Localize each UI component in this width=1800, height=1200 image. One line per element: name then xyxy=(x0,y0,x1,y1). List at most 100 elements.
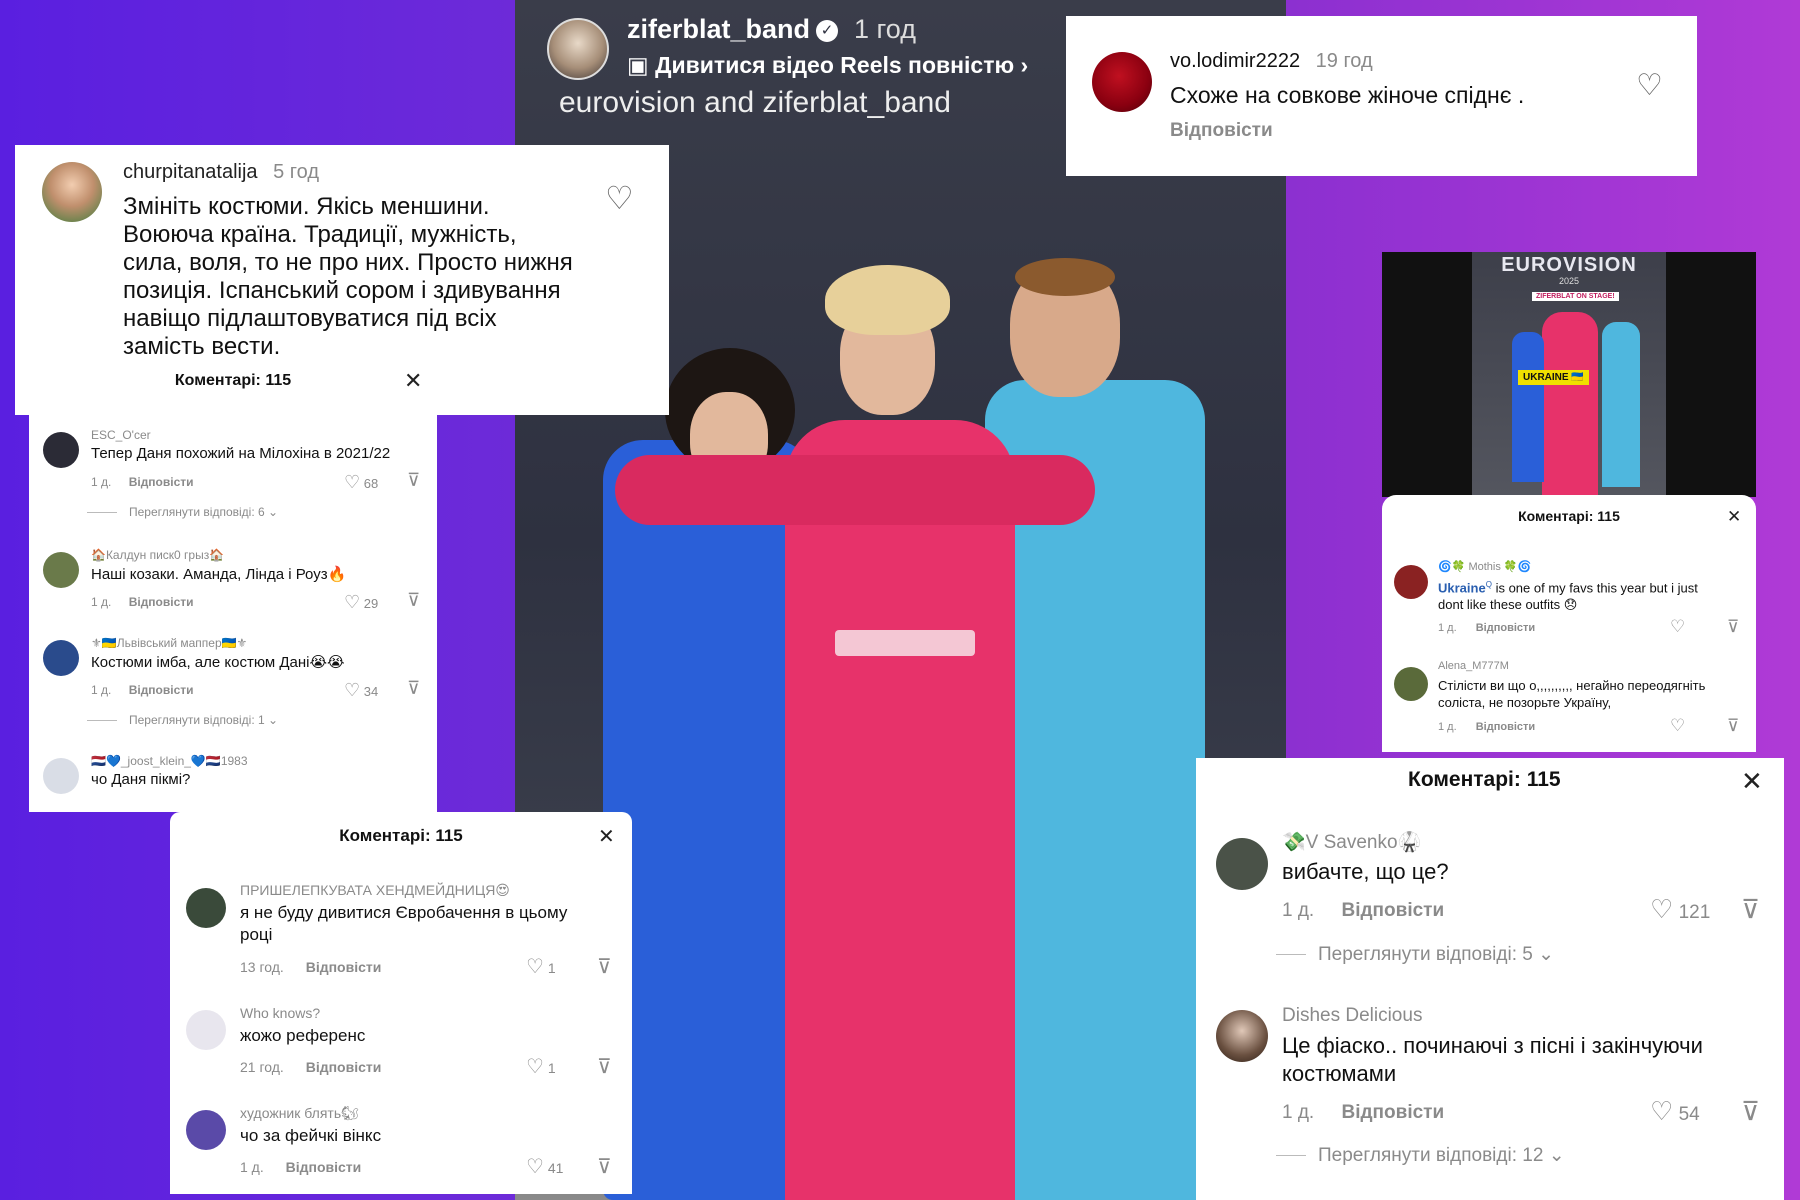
heart-icon xyxy=(344,472,360,492)
reply-button[interactable]: Відповісти xyxy=(129,683,194,697)
reply-button[interactable]: Відповісти xyxy=(1170,120,1273,142)
comment-text: Костюми імба, але костюм Дані😭😭 xyxy=(91,654,345,671)
comment-text: Наші козаки. Аманда, Лінда і Роуз🔥 xyxy=(91,566,347,583)
thumbnail-person-pink xyxy=(1542,312,1598,497)
comment-username[interactable]: Who knows? xyxy=(240,1005,320,1021)
dislike-icon[interactable] xyxy=(1727,617,1739,637)
like-count[interactable]: 121 xyxy=(1650,894,1710,925)
view-replies-button[interactable]: Переглянути відповіді: 6 ⌄ xyxy=(87,505,278,519)
watch-reels-link[interactable]: ▣ Дивитися відео Reels повністю › xyxy=(627,52,1028,79)
comment-time: 21 год. xyxy=(240,1059,284,1075)
like-count[interactable]: 34 xyxy=(344,680,378,701)
like-icon[interactable] xyxy=(1670,716,1685,736)
sheet-title: Коментарі: 115 xyxy=(339,826,463,845)
comment-username[interactable]: художник блять🐿 xyxy=(240,1105,359,1122)
comment-username[interactable]: 🏠Калдун писк0 грыз🏠 xyxy=(91,548,224,562)
comment-username[interactable]: ПРИШЕЛЕПКУВАТА ХЕНДМЕЙДНИЦЯ😍 xyxy=(240,882,510,899)
view-replies-button[interactable]: Переглянути відповіді: 12 ⌄ xyxy=(1276,1144,1565,1167)
avatar[interactable] xyxy=(547,18,609,80)
reply-button[interactable]: Відповісти xyxy=(306,959,382,975)
dislike-icon[interactable] xyxy=(597,1054,612,1079)
view-replies-button[interactable]: Переглянути відповіді: 1 ⌄ xyxy=(87,713,278,727)
reel-username[interactable]: ziferblat_band ✓ 1 год xyxy=(627,14,916,45)
dislike-icon[interactable] xyxy=(1741,1096,1760,1127)
dislike-icon[interactable] xyxy=(597,954,612,979)
avatar[interactable] xyxy=(1216,1010,1268,1062)
comment-username[interactable]: churpitanatalija xyxy=(123,161,258,183)
like-count[interactable]: 1 xyxy=(526,1054,556,1079)
comment-text: Тепер Даня похожий на Мілохіна в 2021/22 xyxy=(91,445,391,462)
comment-header: churpitanatalija 5 год xyxy=(123,161,319,184)
dislike-icon[interactable] xyxy=(1741,894,1760,925)
like-icon[interactable] xyxy=(1636,68,1663,103)
reply-button[interactable]: Відповісти xyxy=(306,1059,382,1075)
dislike-icon[interactable] xyxy=(597,1154,612,1179)
comment-username[interactable]: ESC_O'cer xyxy=(91,428,151,442)
comment-text: Змініть костюми. Якісь меншини. Воююча к… xyxy=(123,193,573,360)
comment-username[interactable]: 💸V Savenko🥋 xyxy=(1282,830,1421,854)
reply-button[interactable]: Відповісти xyxy=(286,1159,362,1175)
comment-username[interactable]: Dishes Delicious xyxy=(1282,1005,1422,1027)
avatar[interactable] xyxy=(1394,565,1428,599)
reply-button[interactable]: Відповісти xyxy=(1342,1102,1445,1123)
like-icon[interactable] xyxy=(605,179,634,217)
comment-header: vo.lodimir2222 19 год xyxy=(1170,50,1373,73)
video-thumbnail[interactable]: EUROVISION 2025 ZIFERBLAT ON STAGE! UKRA… xyxy=(1382,252,1756,497)
thumbnail-person-blue xyxy=(1512,332,1544,482)
close-icon[interactable]: ✕ xyxy=(404,368,422,394)
reply-button[interactable]: Відповісти xyxy=(129,475,194,489)
like-count[interactable]: 41 xyxy=(526,1154,563,1179)
thumbnail-title: EUROVISION xyxy=(1501,254,1637,276)
reply-button[interactable]: Відповісти xyxy=(1476,622,1535,634)
close-icon[interactable]: ✕ xyxy=(1741,766,1763,797)
like-icon[interactable] xyxy=(1670,617,1685,637)
reply-button[interactable]: Відповісти xyxy=(1476,721,1535,733)
dislike-icon[interactable] xyxy=(407,678,420,699)
chevron-down-icon: ⌄ xyxy=(268,505,279,519)
comment-text: Стілісти ви що о,,,,,,,,,, негайно перео… xyxy=(1438,678,1706,710)
comment-username[interactable]: 🌀🍀 Mothis 🍀🌀 xyxy=(1438,560,1531,573)
avatar[interactable] xyxy=(42,162,102,222)
comment-username[interactable]: vo.lodimir2222 xyxy=(1170,50,1300,72)
comment-meta: 13 год. Відповісти xyxy=(240,959,381,975)
chevron-down-icon: ⌄ xyxy=(1548,1145,1565,1166)
thumbnail-subtitle: ZIFERBLAT ON STAGE! xyxy=(1532,292,1619,301)
comment-time: 19 год xyxy=(1315,50,1373,72)
comment-username[interactable]: ⚜🇺🇦Львівський маппер🇺🇦⚜ xyxy=(91,636,247,650)
comment-time: 1 д. xyxy=(240,1159,264,1175)
mention-link[interactable]: Ukraine xyxy=(1438,580,1486,595)
close-icon[interactable]: ✕ xyxy=(598,824,615,849)
collab-label: eurovision and ziferblat_band xyxy=(559,86,951,119)
avatar[interactable] xyxy=(186,1110,226,1150)
like-count[interactable]: 1 xyxy=(526,954,556,979)
heart-icon xyxy=(344,592,360,612)
avatar[interactable] xyxy=(1092,52,1152,112)
dislike-icon[interactable] xyxy=(407,470,420,491)
avatar[interactable] xyxy=(43,552,79,588)
avatar[interactable] xyxy=(186,888,226,928)
heart-icon xyxy=(1650,1096,1673,1126)
like-count[interactable]: 68 xyxy=(344,472,378,493)
reply-button[interactable]: Відповісти xyxy=(129,595,194,609)
avatar[interactable] xyxy=(1394,667,1428,701)
avatar[interactable] xyxy=(186,1010,226,1050)
comment-meta: 1 д. Відповісти xyxy=(1282,1102,1444,1124)
dislike-icon[interactable] xyxy=(407,590,420,611)
comment-meta: 21 год. Відповісти xyxy=(240,1059,381,1075)
comment-username[interactable]: Alena_M777M xyxy=(1438,660,1509,672)
comment-username[interactable]: 🇳🇱💙_joost_klein_💙🇳🇱1983 xyxy=(91,754,248,768)
avatar[interactable] xyxy=(43,432,79,468)
person-teal-hair xyxy=(1015,258,1115,296)
avatar[interactable] xyxy=(1216,838,1268,890)
heart-icon xyxy=(526,1156,544,1178)
avatar[interactable] xyxy=(43,758,79,794)
like-count[interactable]: 54 xyxy=(1650,1096,1700,1127)
close-icon[interactable]: ✕ xyxy=(1727,507,1741,527)
like-count[interactable]: 29 xyxy=(344,592,378,613)
dislike-icon[interactable] xyxy=(1727,716,1739,736)
avatar[interactable] xyxy=(43,640,79,676)
view-replies-button[interactable]: Переглянути відповіді: 5 ⌄ xyxy=(1276,943,1554,966)
comment-card-vo: vo.lodimir2222 19 год Схоже на совкове ж… xyxy=(1066,16,1697,176)
comment-text: UkraineQ is one of my favs this year but… xyxy=(1438,580,1698,613)
reply-button[interactable]: Відповісти xyxy=(1342,900,1445,921)
